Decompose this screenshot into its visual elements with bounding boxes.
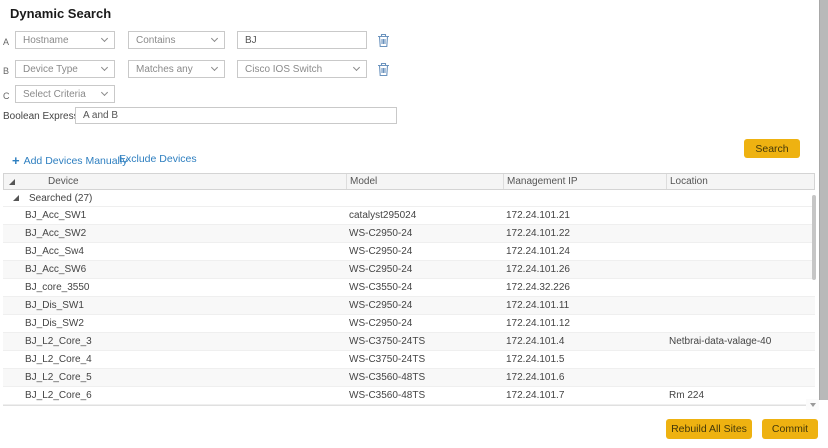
scroll-down-arrow-icon [810,403,816,407]
table-row[interactable]: BJ_Acc_SW6 WS-C2950-24 172.24.101.26 [3,261,815,279]
model-cell: WS-C2950-24 [345,228,502,239]
group-row-searched[interactable]: Searched (27) [3,190,815,207]
expand-triangle-icon[interactable] [13,195,19,201]
management-ip-cell: 172.24.101.22 [502,228,665,239]
criteria-b-field-dropdown[interactable]: Device Type [15,60,115,78]
table-row[interactable]: BJ_Dis_SW2 WS-C2950-24 172.24.101.12 [3,315,815,333]
management-ip-cell: 172.24.101.11 [502,300,665,311]
page-title: Dynamic Search [10,6,111,21]
chevron-down-icon [101,35,108,42]
table-row[interactable]: BJ_L2_Core_4 WS-C3750-24TS 172.24.101.5 [3,351,815,369]
model-cell: catalyst295024 [345,210,502,221]
boolean-expression-inputbox [75,107,397,124]
column-header-location[interactable]: Location [666,174,814,189]
model-cell: WS-C2950-24 [345,246,502,257]
column-header-device[interactable]: Device [28,174,346,189]
management-ip-cell: 172.24.101.24 [502,246,665,257]
criteria-a-value-inputbox [237,31,367,49]
boolean-expression-input[interactable] [83,110,389,121]
table-row[interactable]: BJ_L2_Core_5 WS-C3560-48TS 172.24.101.6 [3,369,815,387]
management-ip-cell: 172.24.101.7 [502,390,665,401]
delete-criteria-a-trash-icon[interactable] [377,33,390,48]
chevron-down-icon [353,64,360,71]
device-cell: BJ_Acc_SW1 [3,210,345,221]
management-ip-cell: 172.24.101.21 [502,210,665,221]
chevron-down-icon [101,89,108,96]
device-cell: BJ_core_3550 [3,282,345,293]
add-devices-manually-link[interactable]: + Add Devices Manually [12,153,127,168]
table-body: BJ_Acc_SW1 catalyst295024 172.24.101.21 … [3,207,815,406]
criteria-c-label: C [3,91,10,101]
criteria-c-field-dropdown[interactable]: Select Criteria [15,85,115,103]
device-cell: BJ_L2_Core_3 [3,336,345,347]
device-cell: BJ_Dis_SW1 [3,300,345,311]
table-row[interactable]: BJ_Acc_Sw4 WS-C2950-24 172.24.101.24 [3,243,815,261]
column-header-model[interactable]: Model [346,174,503,189]
criteria-c-field-value: Select Criteria [23,89,86,100]
table-row[interactable]: BJ_Acc_SW1 catalyst295024 172.24.101.21 [3,207,815,225]
model-cell: WS-C3750-24TS [345,354,502,365]
model-cell: WS-C2950-24 [345,264,502,275]
management-ip-cell: 172.24.101.6 [502,372,665,383]
table-scrollbar-thumb[interactable] [812,195,816,280]
column-header-management-ip[interactable]: Management IP [503,174,666,189]
table-header-row: Device Model Management IP Location [3,173,815,190]
location-cell: Netbrai-data-valage-40 [665,336,815,347]
criteria-a-operator-value: Contains [136,35,175,46]
chevron-down-icon [211,35,218,42]
device-cell: BJ_Dis_SW2 [3,318,345,329]
device-cell: BJ_Acc_Sw4 [3,246,345,257]
chevron-down-icon [101,64,108,71]
table-row[interactable]: BJ_core_3550 WS-C3550-24 172.24.32.226 [3,279,815,297]
table-row[interactable]: BJ_L2_Core_3 WS-C3750-24TS 172.24.101.4 … [3,333,815,351]
device-cell: BJ_L2_Core_6 [3,390,345,401]
device-cell: BJ_L2_Core_5 [3,372,345,383]
table-scrollbar-down-button[interactable] [806,399,819,410]
model-cell: WS-C3750-24TS [345,336,502,347]
table-row[interactable]: BJ_L2_Core_6 WS-C3560-48TS 172.24.101.7 … [3,387,815,405]
management-ip-cell: 172.24.101.4 [502,336,665,347]
criteria-b-value: Cisco IOS Switch [245,64,322,75]
management-ip-cell: 172.24.101.12 [502,318,665,329]
device-table: Device Model Management IP Location Sear… [3,173,815,406]
group-label: Searched (27) [29,193,92,204]
criteria-b-operator-value: Matches any [136,64,193,75]
add-devices-manually-label: Add Devices Manually [24,155,128,167]
exclude-devices-label: Exclude Devices [119,153,197,165]
management-ip-cell: 172.24.32.226 [502,282,665,293]
model-cell: WS-C3560-48TS [345,372,502,383]
delete-criteria-b-trash-icon[interactable] [377,62,390,77]
criteria-a-operator-dropdown[interactable]: Contains [128,31,225,49]
device-cell: BJ_Acc_SW2 [3,228,345,239]
chevron-down-icon [211,64,218,71]
location-cell: Rm 224 [665,390,815,401]
criteria-b-value-dropdown[interactable]: Cisco IOS Switch [237,60,367,78]
device-cell: BJ_Acc_SW6 [3,264,345,275]
criteria-b-label: B [3,66,9,76]
criteria-a-field-dropdown[interactable]: Hostname [15,31,115,49]
criteria-b-field-value: Device Type [23,64,78,75]
model-cell: WS-C2950-24 [345,300,502,311]
device-cell: BJ_L2_Core_4 [3,354,345,365]
collapse-all-cell[interactable] [4,174,28,189]
model-cell: WS-C3560-48TS [345,390,502,401]
model-cell: WS-C2950-24 [345,318,502,329]
criteria-b-operator-dropdown[interactable]: Matches any [128,60,225,78]
plus-icon: + [12,153,20,168]
rebuild-all-sites-button[interactable]: Rebuild All Sites [666,419,752,439]
search-button[interactable]: Search [744,139,800,158]
model-cell: WS-C3550-24 [345,282,502,293]
criteria-a-field-value: Hostname [23,35,69,46]
criteria-a-value-input[interactable] [245,35,359,46]
commit-button[interactable]: Commit [762,419,818,439]
management-ip-cell: 172.24.101.5 [502,354,665,365]
expand-triangle-icon[interactable] [9,179,15,185]
window-scrollbar[interactable] [819,0,828,400]
criteria-a-label: A [3,37,9,47]
table-row[interactable]: BJ_Acc_SW2 WS-C2950-24 172.24.101.22 [3,225,815,243]
management-ip-cell: 172.24.101.26 [502,264,665,275]
exclude-devices-link[interactable]: Exclude Devices [119,153,197,165]
table-row[interactable]: BJ_Dis_SW1 WS-C2950-24 172.24.101.11 [3,297,815,315]
